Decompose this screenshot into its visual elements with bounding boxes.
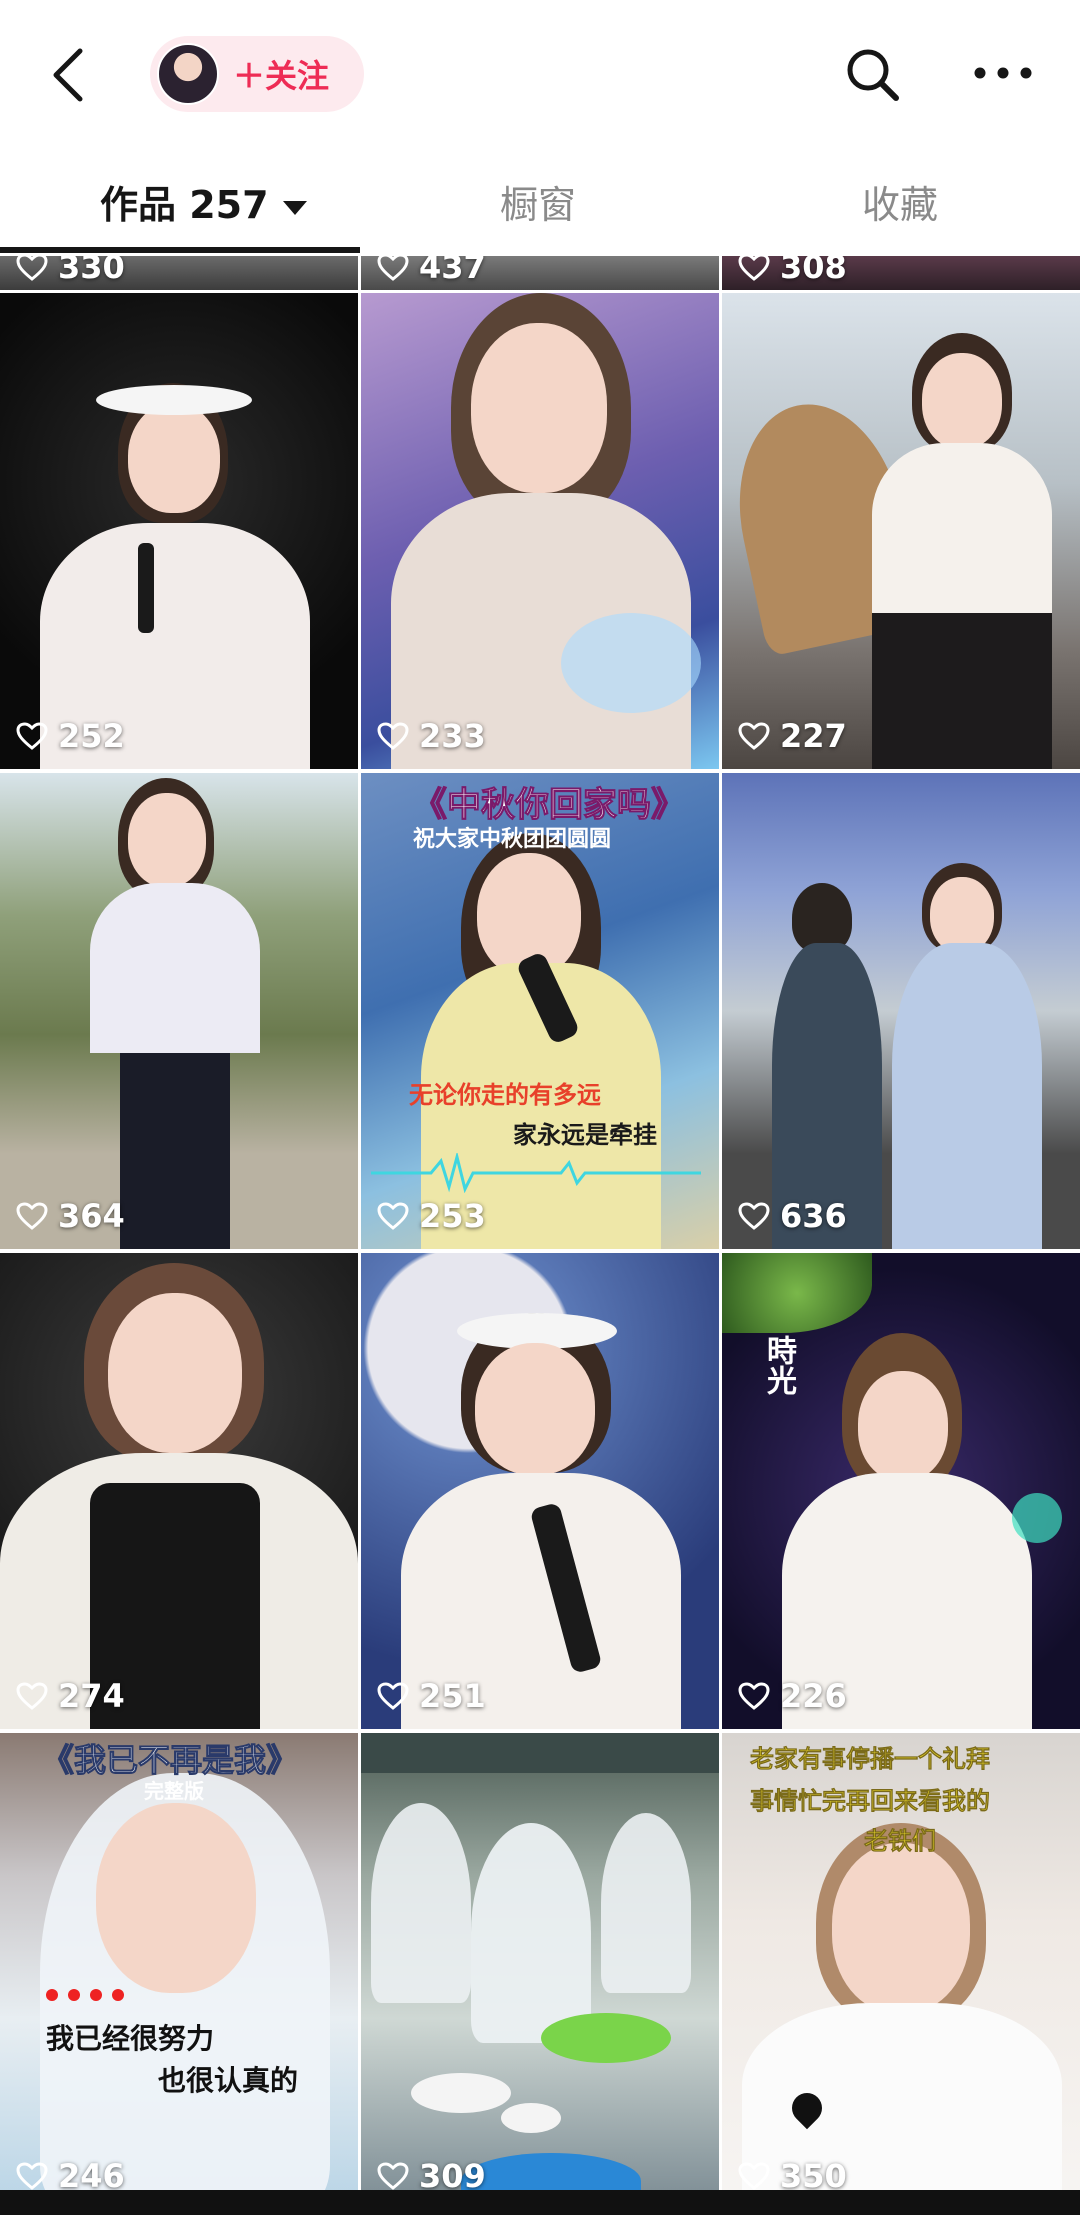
like-count: 252 bbox=[16, 717, 125, 755]
heart-icon bbox=[377, 2162, 409, 2190]
video-thumbnail[interactable]: 251 bbox=[361, 1253, 719, 1729]
tab-favorites[interactable]: 收藏 bbox=[862, 174, 938, 229]
thumbnail-figure bbox=[361, 1733, 719, 2209]
video-thumbnail[interactable]: 437 bbox=[361, 256, 719, 290]
heart-icon bbox=[16, 256, 48, 281]
video-thumbnail[interactable]: 252 bbox=[0, 293, 358, 769]
like-count-value: 308 bbox=[780, 256, 847, 286]
video-caption-overlay: 老铁们 bbox=[864, 1827, 937, 1856]
like-count: 226 bbox=[738, 1677, 847, 1715]
heart-icon bbox=[16, 2162, 48, 2190]
heart-icon bbox=[738, 256, 770, 281]
heart-icon bbox=[738, 1682, 770, 1710]
heart-icon bbox=[16, 722, 48, 750]
video-thumbnail[interactable]: 364 bbox=[0, 773, 358, 1249]
thumbnail-figure bbox=[0, 293, 358, 769]
thumbnail-figure bbox=[0, 1253, 358, 1729]
video-thumbnail[interactable]: 227 bbox=[722, 293, 1080, 769]
video-thumbnail[interactable]: 636 bbox=[722, 773, 1080, 1249]
caret-down-icon bbox=[282, 200, 307, 215]
bottom-edge bbox=[0, 2190, 1080, 2215]
tab-works[interactable]: 作品 257 bbox=[100, 174, 307, 229]
follow-label: ＋关注 bbox=[233, 57, 330, 95]
like-count: 233 bbox=[377, 717, 486, 755]
like-count-value: 274 bbox=[58, 1677, 125, 1715]
like-count: 364 bbox=[16, 1197, 125, 1235]
more-icon bbox=[974, 67, 1032, 79]
like-count: 437 bbox=[377, 256, 486, 286]
video-thumbnail[interactable]: 《中秋你回家吗》 祝大家中秋团团圆圆 无论你走的有多远 家永远是牵挂 253 bbox=[361, 773, 719, 1249]
like-count-value: 253 bbox=[419, 1197, 486, 1235]
audio-wave-icon bbox=[371, 1153, 701, 1193]
video-thumbnail[interactable]: 330 bbox=[0, 256, 358, 290]
like-count-value: 251 bbox=[419, 1677, 486, 1715]
active-tab-indicator bbox=[0, 247, 360, 253]
heart-icon bbox=[377, 1682, 409, 1710]
like-count-value: 364 bbox=[58, 1197, 125, 1235]
video-thumbnail[interactable]: 時光 226 bbox=[722, 1253, 1080, 1729]
back-button[interactable] bbox=[38, 40, 98, 110]
video-caption-overlay: 家永远是牵挂 bbox=[513, 1121, 657, 1149]
like-count-value: 437 bbox=[419, 256, 486, 286]
video-subtitle-overlay: 完整版 bbox=[144, 1779, 204, 1803]
video-thumbnail[interactable]: 233 bbox=[361, 293, 719, 769]
like-count-value: 252 bbox=[58, 717, 125, 755]
thumbnail-figure bbox=[722, 773, 1080, 1249]
profile-header: ＋关注 bbox=[0, 0, 1080, 150]
heart-icon bbox=[16, 1202, 48, 1230]
like-count-value: 226 bbox=[780, 1677, 847, 1715]
like-count: 308 bbox=[738, 256, 847, 286]
tab-showcase[interactable]: 橱窗 bbox=[500, 174, 576, 229]
video-thumbnail[interactable]: 308 bbox=[722, 256, 1080, 290]
like-count: 251 bbox=[377, 1677, 486, 1715]
like-count: 274 bbox=[16, 1677, 125, 1715]
search-button[interactable] bbox=[840, 42, 906, 108]
like-count-value: 330 bbox=[58, 256, 125, 286]
video-title-overlay: 老家有事停播一个礼拜 bbox=[750, 1745, 991, 1774]
like-count: 253 bbox=[377, 1197, 486, 1235]
heart-icon bbox=[377, 722, 409, 750]
video-title-overlay: 《中秋你回家吗》 bbox=[413, 785, 686, 826]
video-thumbnail[interactable]: 309 bbox=[361, 1733, 719, 2209]
video-subtitle-overlay: 祝大家中秋团团圆圆 bbox=[413, 827, 612, 852]
like-count-value: 233 bbox=[419, 717, 486, 755]
like-count-value: 636 bbox=[780, 1197, 847, 1235]
heart-icon bbox=[738, 2162, 770, 2190]
heart-icon bbox=[738, 722, 770, 750]
heart-icon bbox=[16, 1682, 48, 1710]
heart-icon bbox=[738, 1202, 770, 1230]
thumbnail-figure bbox=[0, 1733, 358, 2209]
like-count: 330 bbox=[16, 256, 125, 286]
thumbnail-figure bbox=[361, 1253, 719, 1729]
thumbnail-figure bbox=[0, 773, 358, 1249]
video-side-text: 時光 bbox=[761, 1335, 796, 1395]
thumbnail-figure bbox=[722, 293, 1080, 769]
thumbnail-figure bbox=[361, 293, 719, 769]
tab-works-label: 作品 257 bbox=[100, 183, 269, 227]
avatar bbox=[157, 43, 219, 105]
like-count-value: 227 bbox=[780, 717, 847, 755]
video-caption-overlay: 事情忙完再回来看我的 bbox=[750, 1787, 991, 1816]
more-options-button[interactable] bbox=[968, 48, 1038, 98]
heart-icon bbox=[377, 1202, 409, 1230]
video-caption-overlay: 我已经很努力 bbox=[46, 2022, 215, 2055]
chevron-left-icon bbox=[53, 48, 83, 102]
heart-icon bbox=[377, 256, 409, 281]
video-thumbnail[interactable]: 老家有事停播一个礼拜 事情忙完再回来看我的 老铁们 350 bbox=[722, 1733, 1080, 2209]
video-caption-overlay: 无论你走的有多远 bbox=[409, 1081, 601, 1109]
thumbnail-figure bbox=[722, 1253, 1080, 1729]
video-thumbnail[interactable]: 《我已不再是我》 完整版 我已经很努力 也很认真的 246 bbox=[0, 1733, 358, 2209]
video-grid: 330 437 308 252 233 227 364 《中秋你回家吗》 祝大家… bbox=[0, 256, 1080, 2215]
like-count: 227 bbox=[738, 717, 847, 755]
video-thumbnail[interactable]: 274 bbox=[0, 1253, 358, 1729]
follow-button[interactable]: ＋关注 bbox=[150, 36, 364, 112]
like-count: 636 bbox=[738, 1197, 847, 1235]
search-icon bbox=[847, 49, 899, 101]
video-caption-overlay: 也很认真的 bbox=[158, 2064, 299, 2097]
profile-tabs: 作品 257 橱窗 收藏 bbox=[0, 150, 1080, 256]
